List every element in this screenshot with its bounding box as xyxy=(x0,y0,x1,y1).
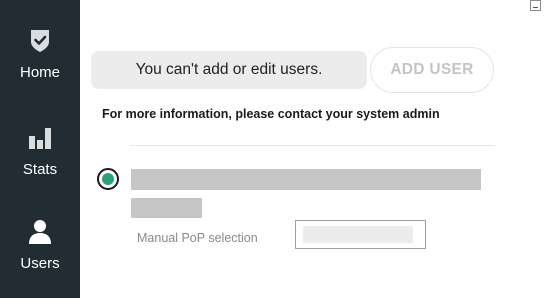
sidebar-item-label: Users xyxy=(20,255,60,272)
info-text: For more information, please contact you… xyxy=(102,107,440,121)
sidebar-item-stats[interactable]: Stats xyxy=(0,123,80,213)
redacted-text xyxy=(131,169,481,190)
redacted-value xyxy=(303,226,413,243)
add-user-button[interactable]: ADD USER xyxy=(370,47,494,93)
shield-check-icon xyxy=(29,26,51,56)
manual-pop-input[interactable] xyxy=(295,220,426,249)
manual-pop-label: Manual PoP selection xyxy=(137,231,258,245)
minimize-icon[interactable] xyxy=(530,0,541,11)
bar-chart-icon xyxy=(28,123,52,153)
permission-notice-text: You can't add or edit users. xyxy=(135,61,323,78)
sidebar-item-home[interactable]: Home xyxy=(0,26,80,116)
divider xyxy=(130,145,495,146)
pop-radio-button[interactable] xyxy=(97,168,119,190)
sidebar-item-users[interactable]: Users xyxy=(0,217,80,298)
user-icon xyxy=(28,217,52,247)
sidebar-item-label: Home xyxy=(19,64,60,81)
redacted-text xyxy=(131,198,202,218)
sidebar-item-label: Stats xyxy=(22,161,58,178)
permission-notice: You can't add or edit users. xyxy=(91,51,367,89)
sidebar: Home Stats Users xyxy=(0,0,80,298)
